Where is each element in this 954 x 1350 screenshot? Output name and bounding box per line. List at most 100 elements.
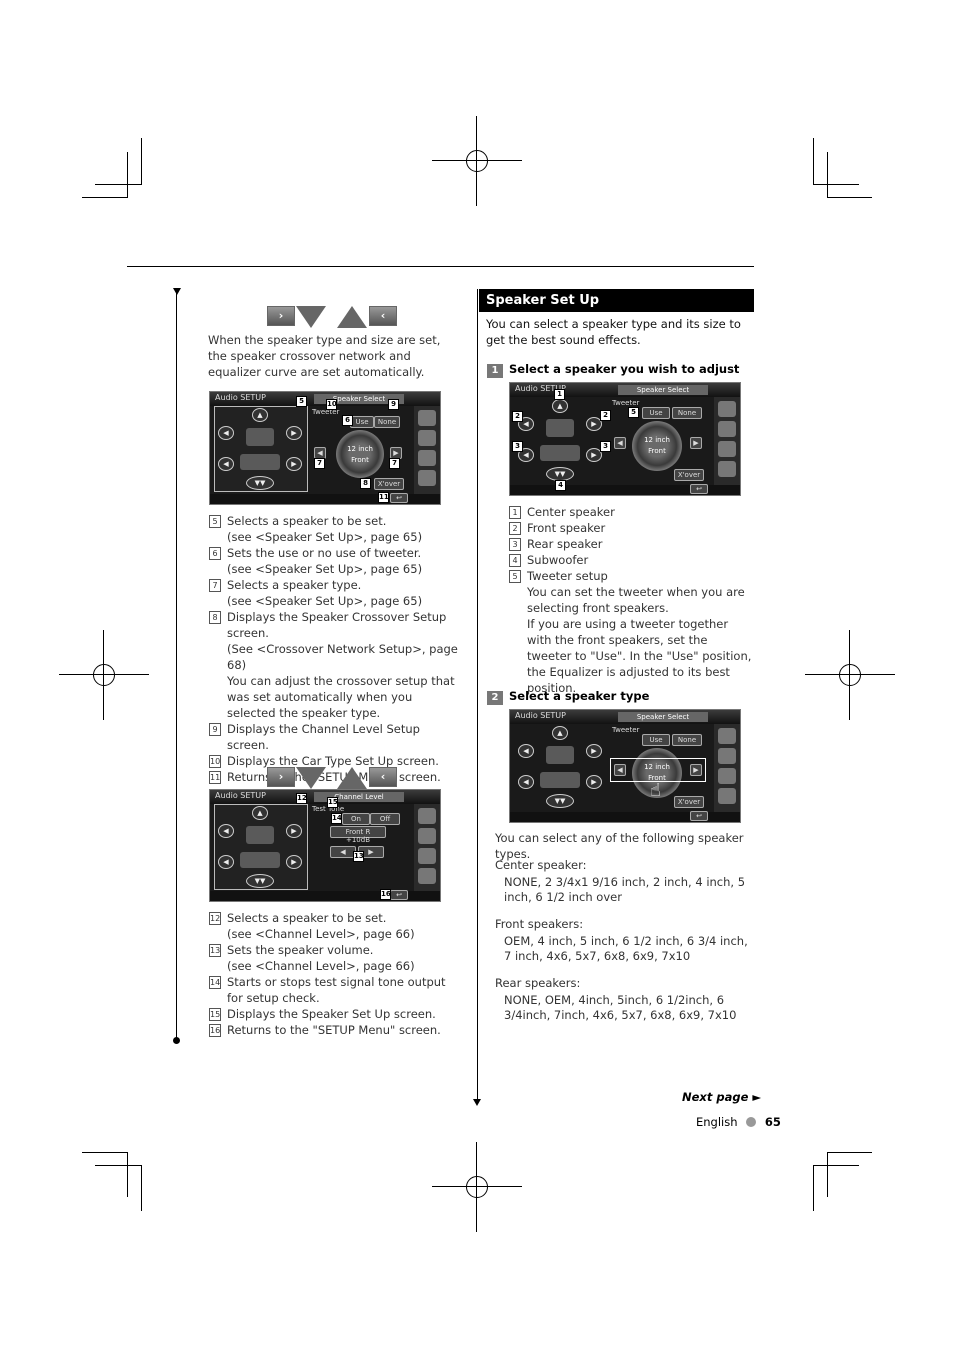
test-tone-on-toggle[interactable]: On [342,813,370,825]
speaker-type-heading: Front speakers: [495,917,584,931]
callout-12: 12 [296,793,307,804]
crop-mark [95,184,142,185]
center-speaker-button[interactable]: ▲ [252,806,268,820]
list-item: 11 Returns to the "SETUP Menu" screen. [209,770,441,784]
rear-left-speaker-button[interactable]: ◀ [518,775,534,789]
speaker-select-header[interactable]: Speaker Select [618,712,708,722]
subwoofer-button[interactable]: ▼▼ [246,476,274,490]
audio-setup-channel-level-screen: Audio SETUP ▲ ◀ ▶ ◀ ▶ ▼▼ Channel Level T… [209,789,441,902]
callout-list-3: 1 Center speaker 2 Front speaker 3 Rear spe… [509,504,754,696]
crop-mark [827,197,872,198]
callout-5: 5 [296,396,307,407]
front-right-speaker-button[interactable]: ▶ [286,824,302,838]
callout-7: 7 [314,458,325,469]
section-intro: You can select a speaker type and its si… [486,317,741,347]
rear-left-speaker-button[interactable]: ◀ [218,457,234,471]
tweeter-label: Tweeter [612,399,640,407]
return-button[interactable]: ↩ [690,811,708,821]
list-item: 14 Starts or stops test signal tone outpu… [209,975,446,1005]
callout-10: 10 [326,399,337,410]
crop-mark [141,138,142,184]
subwoofer-button[interactable]: ▼▼ [546,467,574,481]
xover-button[interactable]: X'over [374,478,404,490]
next-arrow-icon: › [267,767,295,787]
callout-1: 1 [554,389,565,400]
tweeter-none-toggle[interactable]: None [672,407,702,419]
front-right-speaker-button[interactable]: ▶ [586,744,602,758]
front-left-speaker-button[interactable]: ◀ [218,426,234,440]
channel-level-value: +10dB [345,836,371,844]
list-item: 3 Rear speaker [509,536,754,552]
callout-11: 11 [378,492,389,503]
next-page-link[interactable]: Next page ► [682,1090,761,1104]
rear-right-speaker-button[interactable]: ▶ [286,855,302,869]
dial-size-text: 12 inch [347,445,373,453]
registration-mark [432,1142,522,1232]
callout-8: 8 [360,478,371,489]
guide-dot-icon [173,1037,180,1044]
speaker-type-group: Center speaker: NONE, 2 3/4x1 9/16 inch,… [495,857,757,905]
tweeter-use-toggle[interactable]: Use [350,416,374,428]
crop-mark [141,1165,142,1211]
list-item: 6 Sets the use or no use of tweeter. (see … [209,545,459,577]
list-item: 2 Front speaker [509,520,754,536]
return-button[interactable]: ↩ [390,493,408,503]
xover-button[interactable]: X'over [674,796,704,808]
speaker-type-heading: Rear speakers: [495,976,581,990]
tweeter-use-toggle[interactable]: Use [642,734,670,746]
tweeter-use-toggle[interactable]: Use [642,407,670,419]
step-2: 2 Select a speaker type [487,689,649,705]
list-item: 12 Selects a speaker to be set. (see <Chan… [209,911,415,941]
speaker-select-header[interactable]: Speaker Select [618,385,708,395]
center-speaker-button[interactable]: ▲ [552,726,568,740]
center-speaker-button[interactable]: ▲ [252,408,268,422]
speaker-type-prev-button[interactable]: ◀ [614,437,626,449]
test-tone-off-toggle[interactable]: Off [370,813,400,825]
speaker-type-values: OEM, 4 inch, 5 inch, 6 1/2 inch, 6 3/4 i… [504,934,748,963]
screen-title: Audio SETUP [215,791,266,800]
pointing-hand-icon: ☝ [650,780,661,801]
page-number: 65 [764,1115,781,1129]
callout-3: 3 [600,441,611,452]
callout-14: 14 [331,813,342,824]
tweeter-none-toggle[interactable]: None [374,416,400,428]
list-item: 8 Displays the Speaker Crossover Setup sc… [209,609,459,721]
front-left-speaker-button[interactable]: ◀ [518,744,534,758]
rear-right-speaker-button[interactable]: ▶ [286,457,302,471]
front-right-speaker-button[interactable]: ▶ [286,426,302,440]
rear-left-speaker-button[interactable]: ◀ [218,855,234,869]
rear-right-speaker-button[interactable]: ▶ [586,775,602,789]
crop-mark [827,152,828,197]
list-item: 16 Returns to the "SETUP Menu" screen. [209,1023,441,1037]
front-left-speaker-button[interactable]: ◀ [218,824,234,838]
return-button[interactable]: ↩ [690,484,708,494]
center-speaker-button[interactable]: ▲ [552,399,568,413]
prev-arrow-icon: ‹ [369,767,397,787]
crop-mark [813,184,859,185]
list-item: 5 Tweeter setup You can set the tweeter wh… [509,568,754,696]
crop-mark [82,197,128,198]
return-button[interactable]: ↩ [390,890,408,900]
crop-mark [813,138,814,184]
speaker-types-list: Center speaker: NONE, 2 3/4x1 9/16 inch,… [495,857,757,1023]
left-guide-line [176,292,177,1040]
next-arrow-icon: › [267,306,295,326]
callout-13: 13 [353,851,364,862]
subwoofer-button[interactable]: ▼▼ [546,794,574,808]
crop-mark [827,1152,828,1197]
speaker-type-next-button[interactable]: ▶ [690,437,702,449]
speaker-type-heading: Center speaker: [495,858,587,872]
speaker-select-screen-step2: Audio SETUP ▲ ◀ ▶ ◀ ▶ ▼▼ Speaker Select … [509,709,741,823]
crop-mark [827,1152,872,1153]
tweeter-none-toggle[interactable]: None [672,734,702,746]
xover-button[interactable]: X'over [674,469,704,481]
registration-mark [59,630,149,720]
page-footer: English 65 [696,1115,781,1129]
list-item: 7 Selects a speaker type. (see <Speaker Se… [209,577,459,609]
callout-7: 7 [389,458,400,469]
up-arrow-icon [337,306,367,328]
callout-9: 9 [388,399,399,410]
audio-setup-speaker-select-screen: Audio SETUP ▲ ◀ ▶ ◀ ▶ ▼▼ Speaker Select … [209,391,441,505]
subwoofer-button[interactable]: ▼▼ [246,874,274,888]
speaker-select-screen-step1: Audio SETUP ▲ ◀ ▶ ◀ ▶ ▼▼ Speaker Select … [509,382,741,496]
